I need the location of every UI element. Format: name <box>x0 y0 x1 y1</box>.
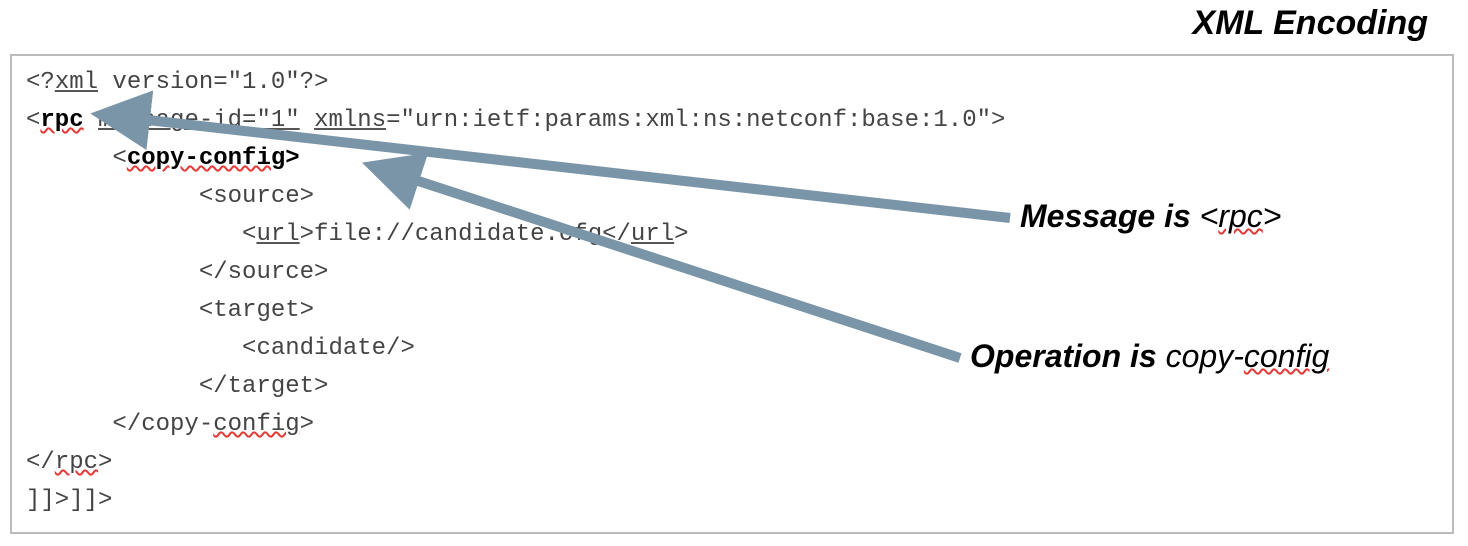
line-11: </rpc> <box>26 449 112 476</box>
line-9: </target> <box>26 373 328 400</box>
line-12: ]]>]]> <box>26 487 112 514</box>
line-1: <?xml version="1.0"?> <box>26 69 328 96</box>
rpc-tag: rpc <box>40 107 83 134</box>
line-10: </copy-config> <box>26 411 314 438</box>
annotation-message: Message is <rpc> <box>1020 198 1281 235</box>
line-7: <target> <box>26 297 314 324</box>
xml-code-block: <?xml version="1.0"?> <rpc message-id="1… <box>26 64 1005 520</box>
copy-config-tag: copy-config <box>127 145 285 172</box>
diagram-title: XML Encoding <box>1193 4 1428 43</box>
line-3: <copy-config> <box>26 145 300 172</box>
line-6: </source> <box>26 259 328 286</box>
line-4: <source> <box>26 183 314 210</box>
line-5: <url>file://candidate.cfg</url> <box>26 221 689 248</box>
annotation-operation: Operation is copy-config <box>970 338 1329 375</box>
line-2: <rpc message-id="1" xmlns="urn:ietf:para… <box>26 107 1005 134</box>
line-8: <candidate/> <box>26 335 415 362</box>
